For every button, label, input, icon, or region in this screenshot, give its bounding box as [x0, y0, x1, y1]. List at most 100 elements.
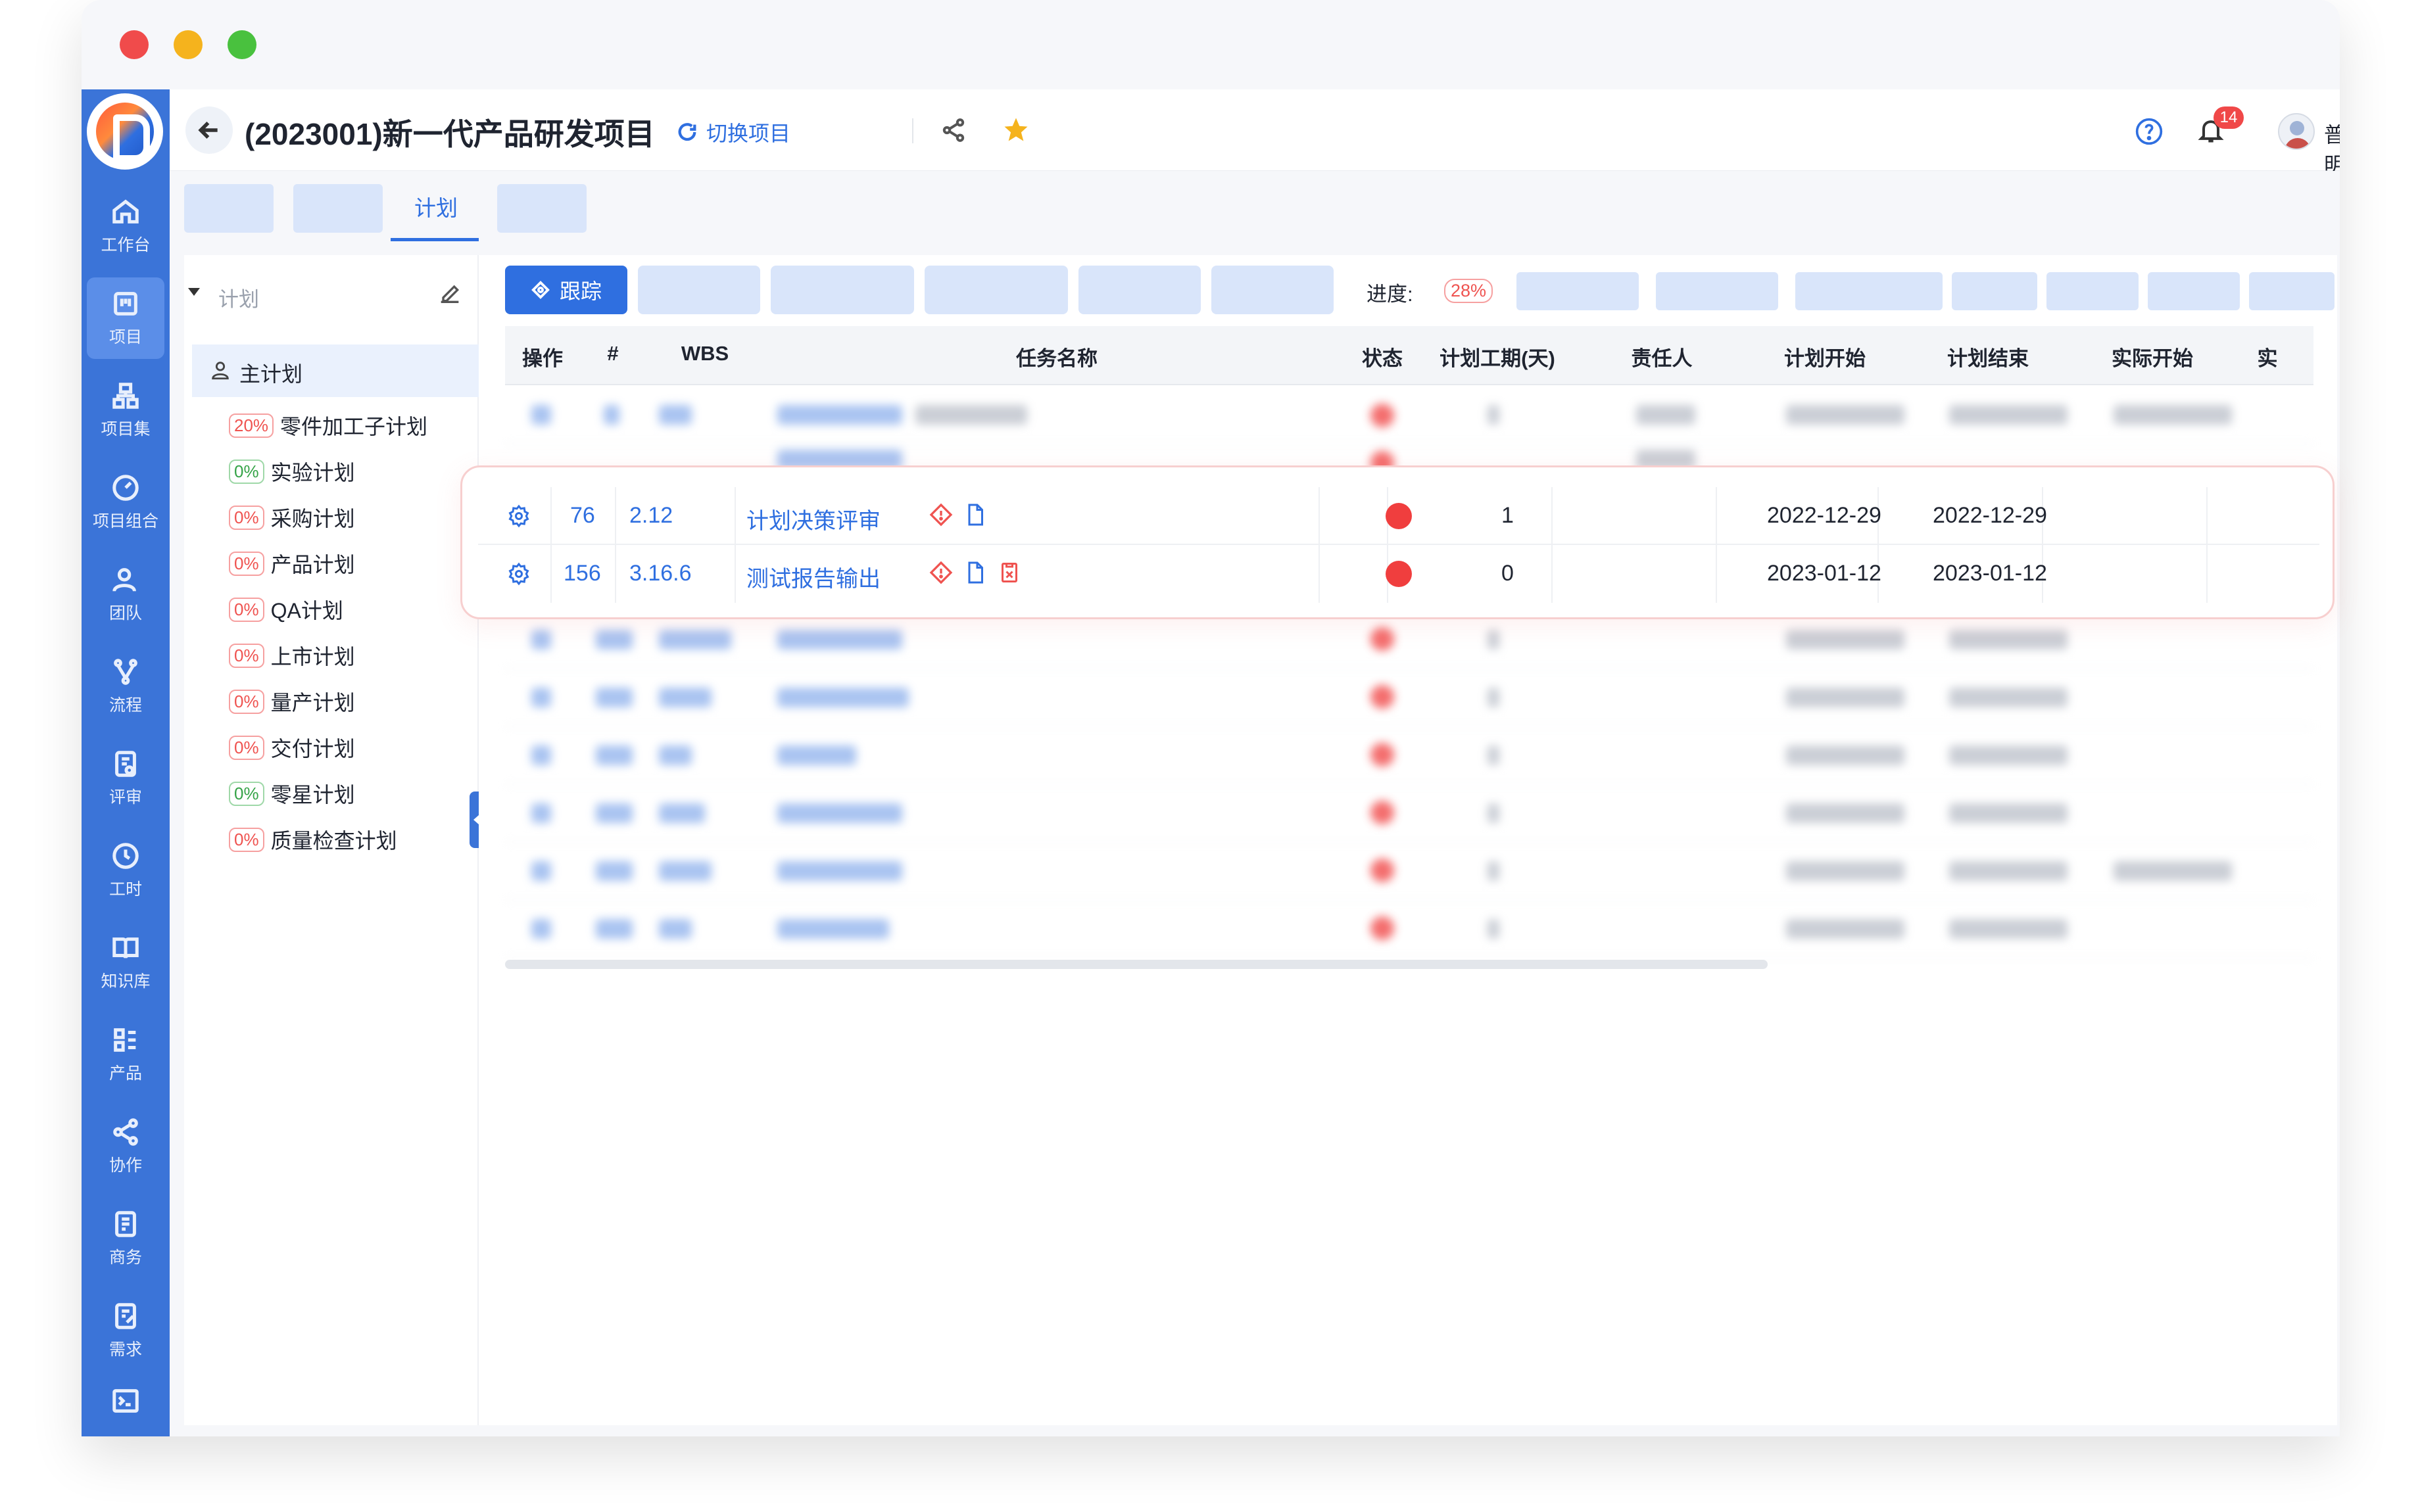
close-window-button[interactable]: [120, 30, 149, 59]
plan-item[interactable]: 0% 采购计划: [229, 498, 355, 537]
plan-item[interactable]: 0% 质量检查计划: [229, 820, 397, 859]
column-header[interactable]: 任务名称: [764, 342, 1349, 371]
table-row[interactable]: [505, 901, 2313, 958]
tab-plan[interactable]: 计划: [393, 191, 479, 222]
column-header[interactable]: 操作: [505, 342, 580, 371]
sidebar-item-collab[interactable]: 协作: [87, 1106, 164, 1187]
plan-item[interactable]: 0% 上市计划: [229, 636, 355, 675]
sidebar-item-workbench[interactable]: 工作台: [87, 185, 164, 267]
column-header[interactable]: WBS: [646, 342, 764, 366]
plan-item[interactable]: 0% 量产计划: [229, 682, 355, 721]
plan-item-label: 采购计划: [270, 507, 355, 531]
sidebar-item-product[interactable]: 产品: [87, 1014, 164, 1095]
sidebar-item-team[interactable]: 团队: [87, 554, 164, 635]
user-name[interactable]: 普明: [2324, 118, 2340, 179]
document-icon[interactable]: [963, 561, 987, 584]
tab-placeholder[interactable]: [184, 184, 274, 233]
share-icon[interactable]: [940, 117, 967, 143]
column-header[interactable]: #: [580, 342, 646, 366]
sidebar-item-review[interactable]: 评审: [87, 738, 164, 819]
column-header[interactable]: 实际开始: [2070, 342, 2235, 371]
column-header[interactable]: 计划结束: [1906, 342, 2070, 371]
share-icon: [113, 1118, 138, 1146]
task-wbs[interactable]: 2.12: [629, 503, 673, 529]
filter-control[interactable]: [2148, 272, 2240, 310]
toolbar-button[interactable]: [638, 266, 760, 314]
filter-control[interactable]: [1656, 272, 1778, 310]
star-icon[interactable]: [1002, 116, 1030, 143]
table-row[interactable]: [505, 387, 2313, 444]
sidebar-item-requirement[interactable]: 需求: [87, 1290, 164, 1371]
table-row[interactable]: [505, 669, 2313, 727]
maximize-window-button[interactable]: [228, 30, 256, 59]
plan-item[interactable]: 20% 零件加工子计划: [229, 406, 427, 445]
column-header[interactable]: 责任人: [1580, 342, 1744, 371]
milestone-icon[interactable]: [929, 561, 953, 584]
table-row[interactable]: [505, 843, 2313, 901]
plan-item[interactable]: 0% 零星计划: [229, 774, 355, 813]
help-icon[interactable]: [2135, 117, 2164, 146]
switch-project-button[interactable]: 切换项目: [676, 117, 790, 147]
column-header[interactable]: 状态: [1349, 342, 1415, 371]
task-id[interactable]: 156: [564, 561, 601, 586]
minimize-window-button[interactable]: [174, 30, 203, 59]
table-row[interactable]: [505, 611, 2313, 669]
filter-control[interactable]: [2046, 272, 2139, 310]
plan-item-label: 零件加工子计划: [280, 415, 428, 438]
plan-item[interactable]: 0% QA计划: [229, 590, 343, 629]
filter-control[interactable]: [1795, 272, 1943, 310]
table-row[interactable]: 156 3.16.6 测试报告输出 0 2023-01-12 2023-01-1…: [478, 545, 2319, 603]
document-icon[interactable]: [963, 503, 987, 527]
table-row[interactable]: [505, 727, 2313, 785]
edit-icon[interactable]: [437, 280, 463, 306]
toolbar-button[interactable]: [771, 266, 914, 314]
back-button[interactable]: [185, 106, 233, 154]
task-wbs[interactable]: 3.16.6: [629, 561, 692, 586]
task-name[interactable]: 测试报告输出: [746, 561, 881, 593]
tab-placeholder[interactable]: [293, 184, 383, 233]
sidebar-item-console[interactable]: [87, 1371, 164, 1430]
sidebar-item-hours[interactable]: 工时: [87, 830, 164, 911]
column-header[interactable]: 实: [2235, 342, 2300, 371]
toolbar-button[interactable]: [925, 266, 1068, 314]
sidebar-item-program[interactable]: 项目集: [87, 369, 164, 451]
task-name[interactable]: 计划决策评审: [746, 503, 881, 535]
plan-item-main[interactable]: 主计划: [192, 344, 481, 397]
blurred-cell: [1786, 630, 1904, 650]
column-header[interactable]: 计划开始: [1744, 342, 1906, 371]
toolbar-button[interactable]: [1211, 266, 1334, 314]
app-logo[interactable]: [87, 93, 163, 170]
filter-control[interactable]: [1952, 272, 2037, 310]
sidebar-item-portfolio[interactable]: 项目组合: [87, 461, 164, 543]
tab-placeholder[interactable]: [497, 184, 587, 233]
gear-icon[interactable]: [507, 504, 531, 528]
plan-item[interactable]: 0% 实验计划: [229, 452, 355, 491]
toolbar-button[interactable]: [1078, 266, 1201, 314]
blurred-cell: [1949, 745, 2068, 765]
table-row[interactable]: [505, 785, 2313, 843]
filter-control[interactable]: [1516, 272, 1639, 310]
progress-label: 进度:: [1367, 283, 1413, 306]
progress-badge: 20%: [229, 413, 274, 438]
gear-icon[interactable]: [507, 562, 531, 586]
column-header[interactable]: 计划工期(天): [1415, 342, 1580, 371]
plan-item[interactable]: 0% 产品计划: [229, 544, 355, 583]
track-button[interactable]: 跟踪: [505, 266, 627, 314]
planned-end: 2022-12-29: [1933, 503, 2047, 528]
milestone-icon[interactable]: [929, 503, 953, 527]
plan-item[interactable]: 0% 交付计划: [229, 728, 355, 767]
sidebar-item-knowledge[interactable]: 知识库: [87, 922, 164, 1003]
table-row[interactable]: 76 2.12 计划决策评审 1 2022-12-29 2022-12-29: [478, 487, 2319, 545]
report-icon[interactable]: [998, 561, 1021, 584]
filter-control[interactable]: [2249, 272, 2335, 310]
avatar[interactable]: [2278, 113, 2315, 150]
blurred-cell: [531, 745, 551, 765]
task-id[interactable]: 76: [570, 503, 595, 529]
caret-down-icon[interactable]: [188, 288, 200, 296]
active-tab-indicator: [391, 238, 479, 241]
sidebar-item-process[interactable]: 流程: [87, 646, 164, 727]
sidebar-item-project[interactable]: 项目: [87, 277, 164, 359]
sidebar-item-business[interactable]: 商务: [87, 1198, 164, 1279]
plan-tree-header[interactable]: 计划: [184, 279, 479, 316]
horizontal-scrollbar[interactable]: [505, 960, 1768, 969]
